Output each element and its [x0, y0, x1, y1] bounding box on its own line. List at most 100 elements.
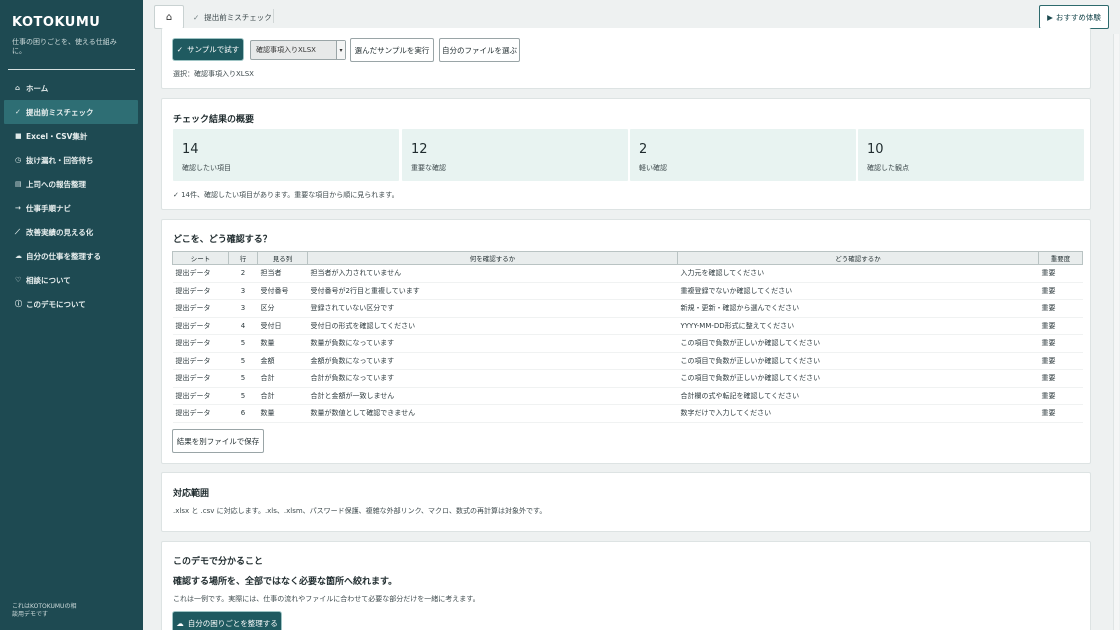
check-icon: ✓	[15, 108, 21, 116]
column-header-sheet[interactable]: シート	[172, 251, 229, 265]
cell-severity: 重要	[1041, 374, 1056, 383]
cell-severity: 重要	[1041, 409, 1056, 418]
organize-issues-button[interactable]: ☁ 自分の困りごとを整理する	[173, 612, 281, 630]
table-row: 提出データ 3 区分 登録されていない区分です 新規・更新・確認から選んでください 重要	[172, 300, 1083, 317]
cell-sheet: 提出データ	[175, 286, 211, 295]
table-row: 提出データ 6 数量 数量が数値として確認できません 数字だけで入力してください 重要	[172, 405, 1083, 422]
arrow-right-icon: →	[15, 204, 21, 212]
stat-important: 12 重要な確認	[402, 129, 628, 181]
column-header-how[interactable]: どう確認するか	[677, 251, 1039, 265]
sidebar-nav: ⌂ ホーム ✓ 提出前ミスチェック ■ Excel・CSV集計 ◷ 抜け漏れ・回答待ち …	[0, 76, 143, 316]
breadcrumb-divider	[273, 9, 274, 23]
cell-row: 5	[240, 356, 246, 365]
chevron-down-icon: ▾	[336, 41, 345, 59]
sidebar-item-navigator[interactable]: → 仕事手順ナビ	[0, 196, 143, 220]
home-button[interactable]: ⌂	[154, 5, 184, 29]
column-header-row[interactable]: 行	[228, 251, 258, 265]
summary-panel: チェック結果の概要 14 確認したい項目 12 重要な確認 2 軽い確認 10 …	[161, 98, 1091, 210]
cell-how: この項目で負数が正しいか確認してください	[680, 339, 821, 348]
learn-title: このデモで分かること	[173, 557, 264, 567]
selected-sample-note: 選択：確認事項入りXLSX	[173, 70, 254, 78]
cell-how: この項目で負数が正しいか確認してください	[680, 356, 821, 365]
sample-select[interactable]: 確認事項入りXLSX ▾	[250, 40, 346, 60]
scope-title: 対応範囲	[173, 489, 210, 499]
cell-sheet: 提出データ	[175, 374, 211, 383]
cell-row: 3	[240, 286, 246, 295]
sidebar-item-improvements[interactable]: ⟋ 改善実績の見える化	[0, 220, 143, 244]
sidebar-item-home[interactable]: ⌂ ホーム	[0, 76, 143, 100]
cell-column: 合計	[260, 374, 275, 383]
cell-sheet: 提出データ	[175, 356, 211, 365]
sidebar-item-excel-csv[interactable]: ■ Excel・CSV集計	[0, 124, 143, 148]
choose-file-button[interactable]: 自分のファイルを選ぶ	[439, 38, 520, 62]
table-row: 提出データ 5 金額 金額が負数になっています この項目で負数が正しいか確認してください…	[172, 352, 1083, 370]
cell-sheet: 提出データ	[175, 269, 211, 278]
sample-panel: ✓ サンプルで試す 確認事項入りXLSX ▾ 選んだサンプルを実行 自分のファイ…	[161, 28, 1091, 89]
sidebar-divider	[8, 69, 135, 70]
cell-sheet: 提出データ	[175, 321, 211, 330]
sidebar-footer: これはKOTOKUMUの相談用デモです	[12, 603, 77, 618]
sidebar-item-organize[interactable]: ☁ 自分の仕事を整理する	[0, 244, 143, 268]
recommended-experience-button[interactable]: ▶ おすすめ体験	[1039, 5, 1109, 29]
stat-value: 14	[182, 142, 199, 157]
column-header-what[interactable]: 何を確認するか	[307, 251, 678, 265]
column-header-column[interactable]: 見る列	[257, 251, 308, 265]
check-icon: ✓	[176, 45, 183, 54]
cell-row: 5	[240, 339, 246, 348]
cell-what: 担当者が入力されていません	[310, 269, 402, 278]
sidebar-item-label: 仕事手順ナビ	[26, 203, 71, 213]
cell-severity: 重要	[1041, 321, 1056, 330]
check-table-panel: どこを、どう確認する？ シート 行 見る列 何を確認するか どう確認するか 重要…	[161, 219, 1091, 464]
cell-column: 受付番号	[260, 286, 289, 295]
sidebar-item-report[interactable]: ▤ 上司への報告整理	[0, 172, 143, 196]
table-header-row: シート 行 見る列 何を確認するか どう確認するか 重要度	[172, 251, 1083, 265]
breadcrumb-current: 提出前ミスチェック	[204, 13, 272, 22]
table-row: 提出データ 5 合計 合計が負数になっています この項目で負数が正しいか確認してください…	[172, 370, 1083, 387]
info-icon: ⓘ	[15, 300, 22, 308]
stat-checkpoints: 10 確認した観点	[858, 129, 1084, 181]
scrollbar-thumb[interactable]	[1113, 34, 1119, 630]
cell-column: 金額	[260, 356, 275, 365]
cell-sheet: 提出データ	[175, 339, 211, 348]
table-row: 提出データ 5 合計 合計と金額が一致しません 合計欄の式や転記を確認してください 重要	[172, 387, 1083, 405]
scope-text: .xlsx と .csv に対応します。.xls、.xlsm、パスワード保護、複…	[173, 507, 547, 515]
cell-severity: 重要	[1041, 304, 1056, 313]
cell-severity: 重要	[1041, 356, 1056, 365]
table-row: 提出データ 5 数量 数量が負数になっています この項目で負数が正しいか確認してください…	[172, 335, 1083, 352]
sidebar-item-consult[interactable]: ♡ 相談について	[0, 268, 143, 292]
save-results-button[interactable]: 結果を別ファイルで保存	[172, 429, 264, 453]
cell-severity: 重要	[1041, 391, 1056, 400]
run-selected-sample-button[interactable]: 選んだサンプルを実行	[350, 38, 434, 62]
stat-label: 重要な確認	[411, 164, 446, 172]
cell-column: 数量	[260, 339, 275, 348]
brand-tagline: 仕事の困りごとを、使える仕組みに。	[12, 38, 117, 55]
cell-severity: 重要	[1041, 269, 1056, 278]
sidebar-item-pending[interactable]: ◷ 抜け漏れ・回答待ち	[0, 148, 143, 172]
stat-label: 軽い確認	[639, 164, 667, 172]
sidebar-item-label: ホーム	[26, 83, 49, 93]
sidebar-item-pre-submit-check[interactable]: ✓ 提出前ミスチェック	[4, 100, 138, 124]
page-scrollbar[interactable]	[1112, 34, 1120, 630]
cell-row: 5	[240, 391, 246, 400]
table-row: 提出データ 2 担当者 担当者が入力されていません 入力元を確認してください 重要	[172, 265, 1083, 282]
home-icon: ⌂	[15, 84, 21, 92]
run-sample-button[interactable]: ✓ サンプルで試す	[173, 39, 243, 60]
trend-icon: ⟋	[15, 227, 20, 236]
sidebar-item-label: 提出前ミスチェック	[26, 107, 94, 117]
cell-what: 合計と金額が一致しません	[310, 391, 395, 400]
stat-minor: 2 軽い確認	[630, 129, 856, 181]
cell-row: 4	[240, 321, 246, 330]
cell-how: この項目で負数が正しいか確認してください	[680, 374, 821, 383]
sidebar-item-about[interactable]: ⓘ このデモについて	[0, 292, 143, 316]
sidebar-item-label: 相談について	[26, 275, 71, 285]
brand-logo[interactable]: KOTOKUMU	[12, 15, 100, 30]
sidebar-item-label: このデモについて	[26, 299, 86, 309]
breadcrumb: ✓ 提出前ミスチェック	[193, 12, 272, 23]
sidebar-item-label: 自分の仕事を整理する	[26, 251, 101, 261]
cell-how: 重複登録でないか確認してください	[680, 286, 793, 295]
cell-what: 数量が負数になっています	[310, 339, 395, 348]
cell-sheet: 提出データ	[175, 304, 211, 313]
sidebar-item-label: 抜け漏れ・回答待ち	[26, 155, 94, 165]
cell-column: 区分	[260, 304, 275, 313]
column-header-severity[interactable]: 重要度	[1038, 251, 1083, 265]
